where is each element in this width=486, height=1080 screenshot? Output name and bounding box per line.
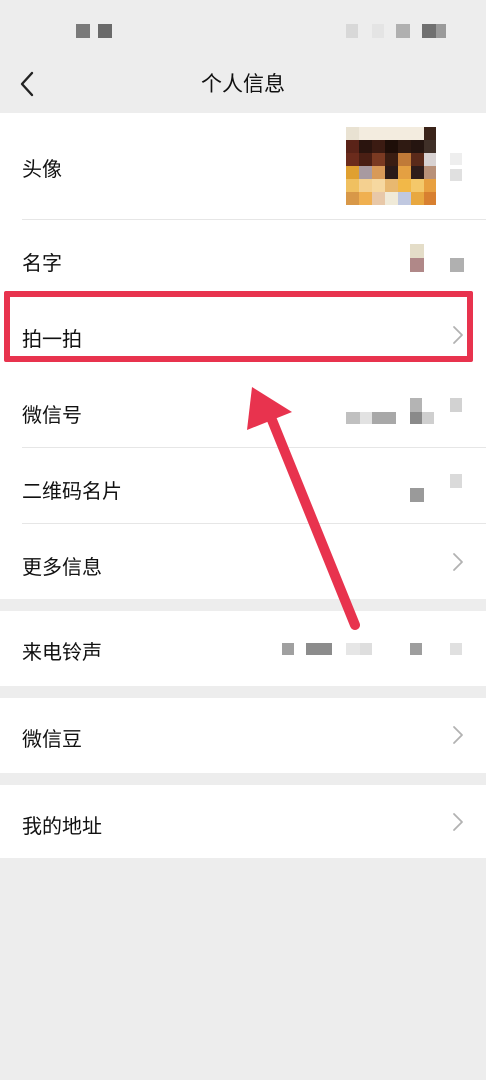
status-bar xyxy=(0,0,486,58)
value-pixel xyxy=(410,412,422,424)
status-pixel xyxy=(98,24,112,38)
ringtone-group: 来电铃声 xyxy=(0,611,486,686)
qr-code-row[interactable]: 二维码名片 xyxy=(0,448,486,524)
value-pixel xyxy=(410,398,422,412)
value-pixel xyxy=(410,244,424,258)
value-pixel xyxy=(450,153,462,165)
qr-code-label: 二维码名片 xyxy=(22,479,122,503)
wechat-beans-label: 微信豆 xyxy=(22,727,82,751)
value-pixel xyxy=(450,398,462,412)
value-pixel xyxy=(372,412,396,424)
value-pixel xyxy=(450,258,464,272)
chevron-right-icon xyxy=(453,813,463,831)
value-pixel xyxy=(450,643,462,655)
address-label: 我的地址 xyxy=(22,814,102,838)
chevron-right-icon xyxy=(453,553,463,571)
value-pixel xyxy=(360,412,372,424)
status-pixel xyxy=(372,24,384,38)
value-pixel xyxy=(410,488,424,502)
address-row[interactable]: 我的地址 xyxy=(0,785,486,858)
status-pixel xyxy=(436,24,446,38)
avatar-label: 头像 xyxy=(22,157,62,181)
value-pixel xyxy=(346,412,360,424)
wechat-beans-row[interactable]: 微信豆 xyxy=(0,698,486,773)
value-pixel xyxy=(450,474,462,488)
more-info-label: 更多信息 xyxy=(22,555,102,579)
ringtone-label: 来电铃声 xyxy=(22,640,102,664)
wechat-id-row[interactable]: 微信号 xyxy=(0,372,486,448)
value-pixel xyxy=(410,258,424,272)
chevron-right-icon xyxy=(453,726,463,744)
status-pixel xyxy=(422,24,436,38)
wechat-id-label: 微信号 xyxy=(22,403,82,427)
status-pixel xyxy=(396,24,410,38)
value-pixel xyxy=(360,643,372,655)
avatar[interactable] xyxy=(346,127,436,205)
avatar-image xyxy=(346,127,436,205)
value-pixel xyxy=(346,643,360,655)
value-pixel xyxy=(450,169,462,181)
value-pixel xyxy=(422,412,434,424)
nav-bar: 个人信息 xyxy=(0,58,486,112)
value-pixel xyxy=(410,643,422,655)
page-title: 个人信息 xyxy=(201,72,285,96)
status-pixel xyxy=(346,24,358,38)
beans-group: 微信豆 xyxy=(0,698,486,773)
highlight-box xyxy=(4,291,473,362)
name-row[interactable]: 名字 xyxy=(0,220,486,296)
value-pixel xyxy=(282,643,294,655)
avatar-row[interactable]: 头像 xyxy=(0,113,486,220)
name-label: 名字 xyxy=(22,251,62,275)
address-group: 我的地址 xyxy=(0,785,486,858)
status-pixel xyxy=(76,24,90,38)
value-pixel xyxy=(306,643,332,655)
ringtone-row[interactable]: 来电铃声 xyxy=(0,611,486,686)
more-info-row[interactable]: 更多信息 xyxy=(0,524,486,599)
